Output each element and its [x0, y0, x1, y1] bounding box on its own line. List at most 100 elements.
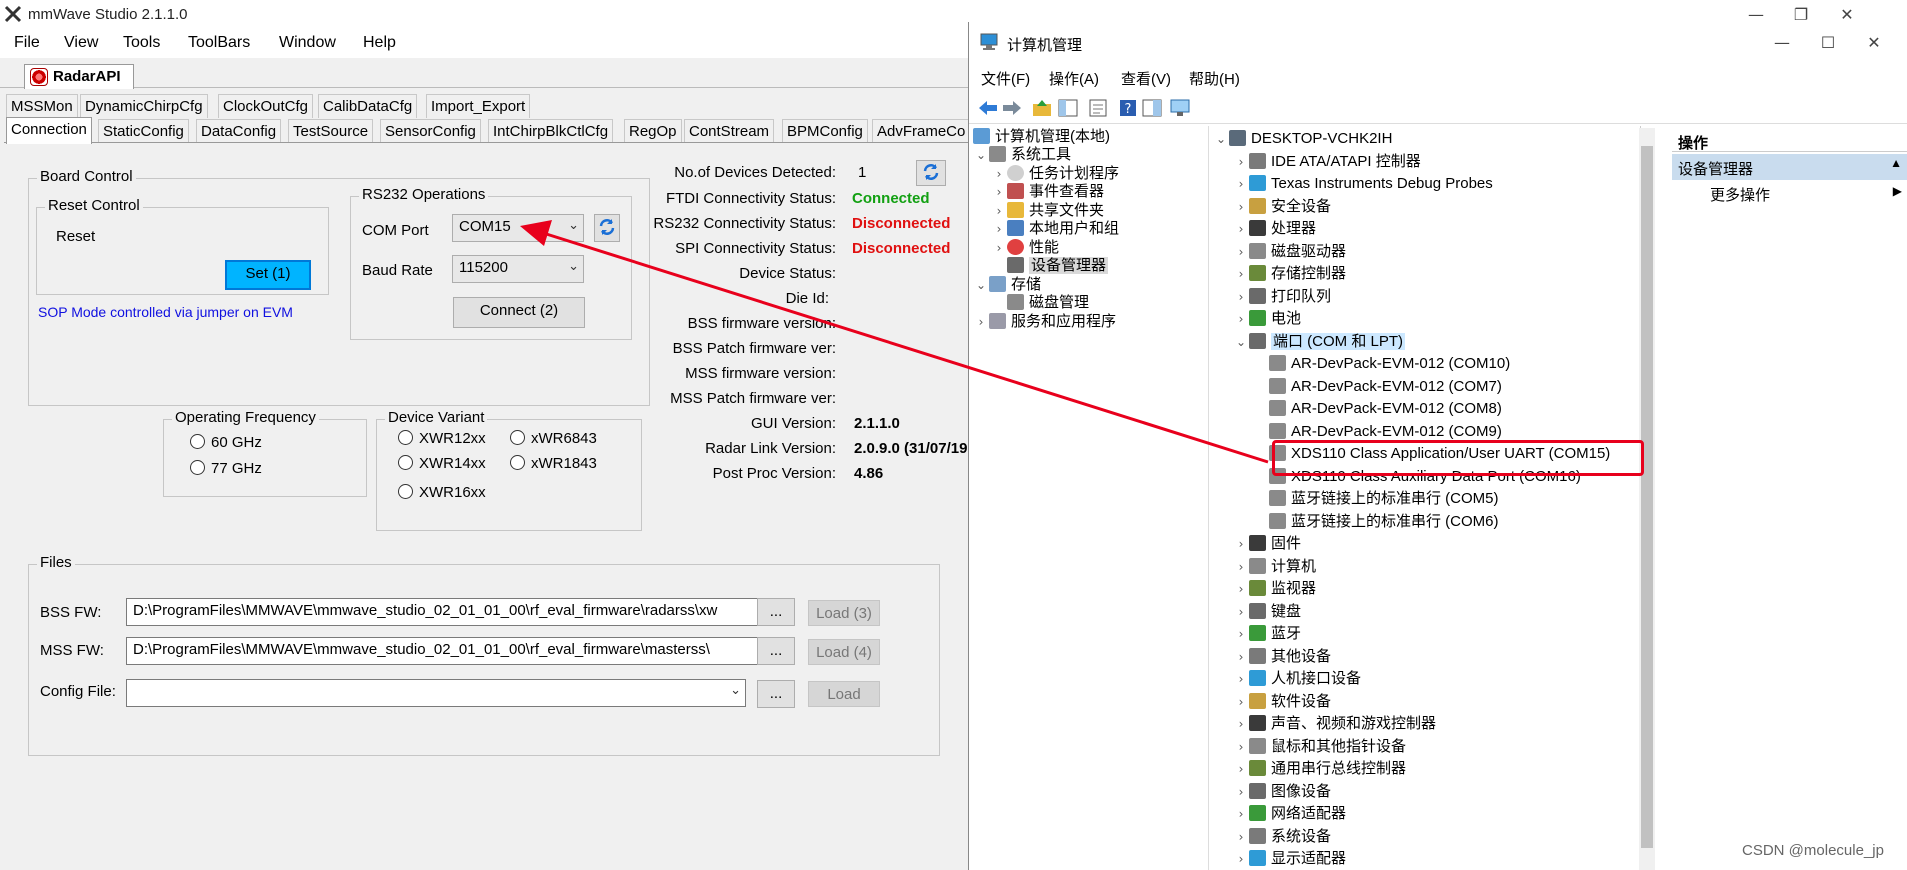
cm-menu-view[interactable]: 查看(V) — [1121, 68, 1171, 89]
device-category[interactable]: › Texas Instruments Debug Probes — [1233, 173, 1493, 195]
tab-staticconfig[interactable]: StaticConfig — [98, 119, 189, 143]
mmwave-app-icon — [4, 5, 22, 23]
mss-fw-browse-button[interactable]: ... — [757, 637, 795, 665]
device-category[interactable]: › 计算机 — [1233, 556, 1316, 578]
device-category[interactable]: › 软件设备 — [1233, 691, 1331, 713]
chevron-right-icon: › — [1238, 559, 1244, 574]
tab-import-export[interactable]: Import_Export — [426, 94, 531, 118]
back-arrow-icon[interactable] — [977, 98, 999, 118]
highlight-box-com15 — [1272, 440, 1644, 476]
device-category[interactable]: › 处理器 — [1233, 218, 1316, 240]
freq-60ghz-radio[interactable]: 60 GHz — [190, 434, 262, 451]
set-reset-button[interactable]: Set (1) — [225, 260, 311, 290]
cm-menu-action[interactable]: 操作(A) — [1049, 68, 1099, 89]
cm-menu-help[interactable]: 帮助(H) — [1189, 68, 1240, 89]
port-item[interactable]: AR-DevPack-EVM-012 (COM10) — [1253, 353, 1510, 375]
tab-contstream[interactable]: ContStream — [684, 119, 775, 143]
menu-file[interactable]: File — [14, 34, 40, 52]
freq-77ghz-radio[interactable]: 77 GHz — [190, 460, 262, 477]
port-item[interactable]: 蓝牙链接上的标准串行 (COM5) — [1253, 488, 1499, 510]
tab-calibdatacfg[interactable]: CalibDataCfg — [318, 94, 418, 118]
device-category[interactable]: › 磁盘驱动器 — [1233, 241, 1346, 263]
actions-device-manager-section[interactable]: 设备管理器 ▲ — [1672, 154, 1907, 180]
variant-xwr1843-radio[interactable]: xWR1843 — [510, 455, 597, 472]
device-category[interactable]: › 系统设备 — [1233, 826, 1331, 848]
device-category[interactable]: › 图像设备 — [1233, 781, 1331, 803]
tree-services-apps[interactable]: › 服务和应用程序 — [973, 311, 1116, 333]
chevron-right-icon: › — [1238, 222, 1244, 236]
cm-close-icon[interactable]: ✕ — [1853, 30, 1895, 56]
refresh-devices-button[interactable] — [916, 160, 946, 186]
cm-maximize-icon[interactable]: ☐ — [1807, 30, 1849, 56]
monitor-icon[interactable] — [1169, 98, 1191, 118]
connect-button[interactable]: Connect (2) — [453, 297, 585, 328]
device-category[interactable]: › 鼠标和其他指针设备 — [1233, 736, 1406, 758]
forward-arrow-icon[interactable] — [1001, 98, 1023, 118]
tab-intchirpblkctlcfg[interactable]: IntChirpBlkCtlCfg — [488, 119, 614, 143]
tab-connection[interactable]: Connection — [6, 117, 92, 144]
port-item[interactable]: 蓝牙链接上的标准串行 (COM6) — [1253, 511, 1499, 533]
port-item[interactable]: AR-DevPack-EVM-012 (COM8) — [1253, 398, 1502, 420]
variant-xwr6843-radio[interactable]: xWR6843 — [510, 430, 597, 447]
tab-mssmon[interactable]: MSSMon — [6, 94, 78, 118]
device-category[interactable]: › 声音、视频和游戏控制器 — [1233, 713, 1436, 735]
device-category[interactable]: › 安全设备 — [1233, 196, 1331, 218]
device-category[interactable]: › 通用串行总线控制器 — [1233, 758, 1406, 780]
tab-bpmconfig[interactable]: BPMConfig — [782, 119, 868, 143]
config-file-select[interactable]: ⌄ — [126, 679, 746, 707]
load-mss-fw-button[interactable]: Load (4) — [808, 639, 880, 665]
tab-clockoutcfg[interactable]: ClockOutCfg — [218, 94, 314, 118]
device-category[interactable]: › 存储控制器 — [1233, 263, 1346, 285]
mss-fw-path-select[interactable]: D:\ProgramFiles\MMWAVE\mmwave_studio_02_… — [126, 637, 760, 665]
tab-advframeconfig[interactable]: AdvFrameCo — [872, 119, 971, 143]
bss-fw-browse-button[interactable]: ... — [757, 598, 795, 626]
tab-testsource[interactable]: TestSource — [288, 119, 374, 143]
menu-toolbars[interactable]: ToolBars — [188, 34, 250, 52]
device-category[interactable]: › IDE ATA/ATAPI 控制器 — [1233, 151, 1421, 173]
bss-fw-path-select[interactable]: D:\ProgramFiles\MMWAVE\mmwave_studio_02_… — [126, 598, 760, 626]
device-category-ports[interactable]: ⌄ 端口 (COM 和 LPT) — [1233, 331, 1405, 353]
device-category-icon — [1249, 175, 1266, 191]
load-bss-fw-button[interactable]: Load (3) — [808, 600, 880, 626]
load-config-file-button[interactable]: Load — [808, 681, 880, 707]
device-category[interactable]: › 电池 — [1233, 308, 1301, 330]
menu-window[interactable]: Window — [279, 34, 336, 52]
menu-help[interactable]: Help — [363, 34, 396, 52]
tab-regop[interactable]: RegOp — [624, 119, 682, 143]
device-category[interactable]: › 固件 — [1233, 533, 1301, 555]
device-category[interactable]: › 人机接口设备 — [1233, 668, 1361, 690]
device-category[interactable]: › 键盘 — [1233, 601, 1301, 623]
device-category[interactable]: › 监视器 — [1233, 578, 1316, 600]
up-folder-icon[interactable] — [1031, 98, 1053, 118]
devices-detected-value: 1 — [858, 164, 867, 181]
help-icon[interactable]: ? — [1117, 98, 1139, 118]
tab-dataconfig[interactable]: DataConfig — [196, 119, 282, 143]
show-hide-tree-icon[interactable] — [1057, 98, 1079, 118]
tools-icon — [989, 146, 1006, 162]
com-port-select[interactable]: COM15 ⌄ — [452, 214, 584, 242]
tab-sensorconfig[interactable]: SensorConfig — [380, 119, 481, 143]
device-category[interactable]: › 打印队列 — [1233, 286, 1331, 308]
config-file-browse-button[interactable]: ... — [757, 680, 795, 708]
device-category[interactable]: › 蓝牙 — [1233, 623, 1301, 645]
variant-xwr16xx-radio[interactable]: XWR16xx — [398, 484, 486, 501]
cm-minimize-icon[interactable]: — — [1761, 30, 1803, 56]
baud-rate-select[interactable]: 115200 ⌄ — [452, 255, 584, 283]
show-action-pane-icon[interactable] — [1141, 98, 1163, 118]
tab-dynamicchirpcfg[interactable]: DynamicChirpCfg — [80, 94, 208, 118]
port-item[interactable]: AR-DevPack-EVM-012 (COM7) — [1253, 376, 1502, 398]
properties-icon[interactable] — [1087, 98, 1109, 118]
more-actions-link[interactable]: 更多操作 ▶ — [1710, 184, 1907, 205]
variant-xwr14xx-radio[interactable]: XWR14xx — [398, 455, 486, 472]
radarapi-document-tab[interactable]: RadarAPI — [24, 64, 134, 89]
chevron-right-icon: › — [1238, 537, 1244, 551]
menu-view[interactable]: View — [64, 34, 98, 52]
device-category[interactable]: › 其他设备 — [1233, 646, 1331, 668]
device-category[interactable]: › 显示适配器 — [1233, 848, 1346, 870]
scrollbar-thumb[interactable] — [1641, 146, 1653, 848]
cm-menu-file[interactable]: 文件(F) — [981, 68, 1030, 89]
variant-xwr12xx-radio[interactable]: XWR12xx — [398, 430, 486, 447]
device-category[interactable]: › 网络适配器 — [1233, 803, 1346, 825]
device-tree-computer[interactable]: ⌄ DESKTOP-VCHK2IH — [1213, 128, 1392, 150]
menu-tools[interactable]: Tools — [123, 34, 160, 52]
